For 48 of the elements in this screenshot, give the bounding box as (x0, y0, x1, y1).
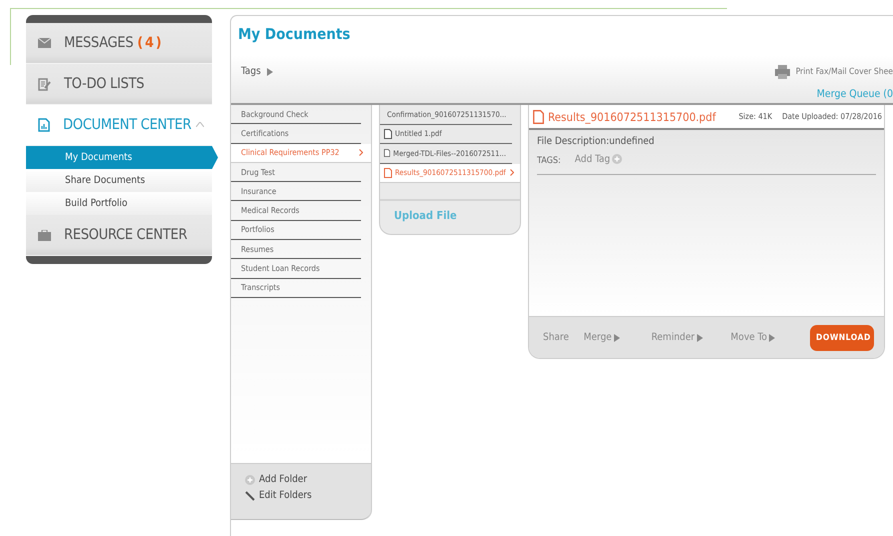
file-description: File Description:undefined (537, 136, 656, 147)
nav-item[interactable]: My Documents (26, 146, 218, 169)
file-size: Size: 41K (738, 112, 772, 121)
plus-icon (612, 154, 622, 164)
folder-item[interactable]: Background Check (231, 105, 361, 124)
printer-icon (774, 64, 790, 78)
file-name: Results_9016072511315700.pdf (548, 110, 718, 124)
action-menu[interactable]: Move To (730, 332, 810, 343)
chevron-icon (510, 169, 514, 176)
folder-item[interactable]: Medical Records (231, 201, 361, 221)
folder-item[interactable]: Portfolios (231, 220, 361, 240)
download-button[interactable]: DOWNLOAD (810, 324, 874, 350)
triangle-icon (768, 334, 775, 342)
briefcase-icon (38, 230, 51, 240)
folder-item[interactable]: Drug Test (231, 162, 361, 182)
tags-menu[interactable]: Tags (241, 66, 273, 77)
document-icon (384, 128, 392, 139)
nav-section[interactable]: DOCUMENT CENTER (26, 105, 212, 146)
folder-item[interactable]: Clinical Requirements PP32 (231, 144, 371, 163)
document-chart-icon (38, 118, 50, 132)
share-link[interactable]: Share (543, 332, 584, 343)
folder-item[interactable]: Insurance (231, 182, 361, 202)
upload-date: Date Uploaded: 07/28/2016 (782, 112, 882, 121)
envelope-icon (38, 38, 51, 48)
folder-action-link[interactable]: Add Folder (245, 474, 371, 485)
folder-item[interactable]: Transcripts (231, 278, 361, 298)
folder-action-link[interactable]: Edit Folders (245, 490, 371, 501)
triangle-icon (266, 68, 273, 76)
print-cover-sheet-link[interactable]: Print Fax/Mail Cover Shee (796, 66, 893, 76)
triangle-icon (696, 334, 703, 342)
document-icon (384, 168, 392, 178)
triangle-icon (614, 334, 620, 342)
message-count: (4) (137, 35, 164, 51)
document-icon (533, 110, 544, 124)
chevron-icon (359, 149, 363, 156)
plus-icon (245, 474, 255, 484)
nav-item[interactable]: Share Documents (26, 169, 212, 192)
add-tag-link[interactable]: Add Tag (574, 154, 622, 164)
pencil-icon (245, 490, 255, 500)
action-menu[interactable]: Reminder (651, 332, 731, 343)
folder-item[interactable]: Resumes (231, 240, 361, 260)
document-icon (384, 148, 390, 158)
folder-item[interactable]: Student Loan Records (231, 259, 361, 279)
page-title: My Documents (237, 24, 352, 45)
nav-item[interactable]: Build Portfolio (26, 192, 212, 215)
action-menu[interactable]: Merge (584, 332, 652, 343)
clipboard-edit-icon (38, 78, 51, 90)
tags-label: TAGS: (537, 156, 561, 166)
